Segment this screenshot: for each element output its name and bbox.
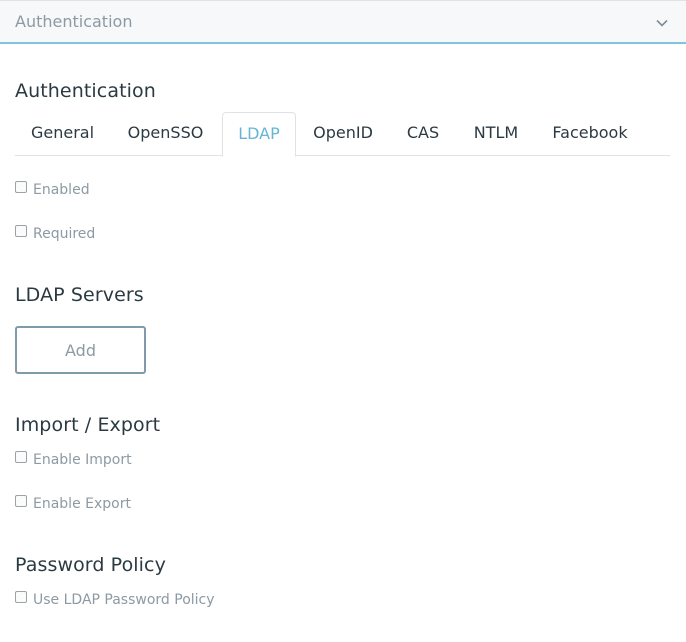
enabled-option: Enabled	[15, 181, 90, 199]
enable-export-checkbox[interactable]	[15, 495, 27, 507]
use-ldap-password-policy-label: Use LDAP Password Policy	[33, 592, 215, 608]
panel-title: Authentication	[15, 12, 133, 31]
panel-header[interactable]: Authentication	[0, 0, 686, 44]
tab-openid[interactable]: OpenID	[305, 112, 381, 156]
tab-bar: General OpenSSO LDAP OpenID CAS NTLM Fac…	[15, 112, 670, 157]
required-checkbox[interactable]	[15, 225, 27, 237]
enable-import-label: Enable Import	[33, 452, 132, 468]
tab-cas[interactable]: CAS	[398, 112, 448, 156]
enable-import-option: Enable Import	[15, 451, 132, 469]
enable-export-option: Enable Export	[15, 495, 131, 513]
required-option: Required	[15, 225, 95, 243]
tab-general[interactable]: General	[15, 112, 110, 156]
ldap-servers-heading: LDAP Servers	[15, 284, 144, 306]
enable-import-checkbox[interactable]	[15, 451, 27, 463]
password-policy-heading: Password Policy	[15, 554, 166, 576]
enabled-label: Enabled	[33, 182, 90, 198]
use-ldap-password-policy-option: Use LDAP Password Policy	[15, 591, 215, 609]
tab-ntlm[interactable]: NTLM	[465, 112, 527, 156]
enable-export-label: Enable Export	[33, 496, 131, 512]
chevron-down-icon[interactable]	[655, 16, 669, 30]
page-title: Authentication	[15, 80, 156, 102]
required-label: Required	[33, 226, 96, 242]
tab-facebook[interactable]: Facebook	[545, 112, 635, 156]
import-export-heading: Import / Export	[15, 414, 161, 436]
enabled-checkbox[interactable]	[15, 181, 27, 193]
tab-ldap[interactable]: LDAP	[222, 112, 296, 157]
add-server-button[interactable]: Add	[15, 326, 146, 374]
tab-opensso[interactable]: OpenSSO	[116, 112, 215, 156]
use-ldap-password-policy-checkbox[interactable]	[15, 591, 27, 603]
